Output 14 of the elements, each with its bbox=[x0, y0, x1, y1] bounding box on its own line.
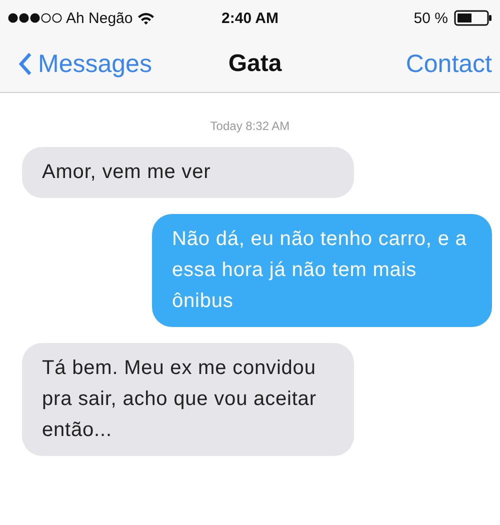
chevron-left-icon bbox=[18, 52, 32, 76]
battery-percent: 50 % bbox=[414, 10, 448, 26]
message-timestamp: Today 8:32 AM bbox=[209, 119, 291, 133]
signal-icon bbox=[8, 13, 62, 23]
back-button[interactable]: Messages bbox=[18, 50, 152, 78]
wifi-icon bbox=[136, 12, 155, 24]
status-time: 2:40 AM bbox=[222, 10, 278, 26]
battery-icon bbox=[454, 10, 492, 26]
carrier-name: Ah Negão bbox=[66, 10, 133, 26]
sent-message-bubble: Não dá, eu não tenho carro, e a essa hora já não tem mais ônibus bbox=[152, 214, 492, 327]
received-message-bubble: Tá bem. Meu ex me convidou pra sair, acho que vou aceitar então... bbox=[22, 343, 354, 456]
received-message-bubble: Amor, vem me ver bbox=[22, 147, 354, 198]
conversation-title: Gata bbox=[228, 50, 282, 78]
contact-button[interactable]: Contact bbox=[406, 50, 492, 78]
